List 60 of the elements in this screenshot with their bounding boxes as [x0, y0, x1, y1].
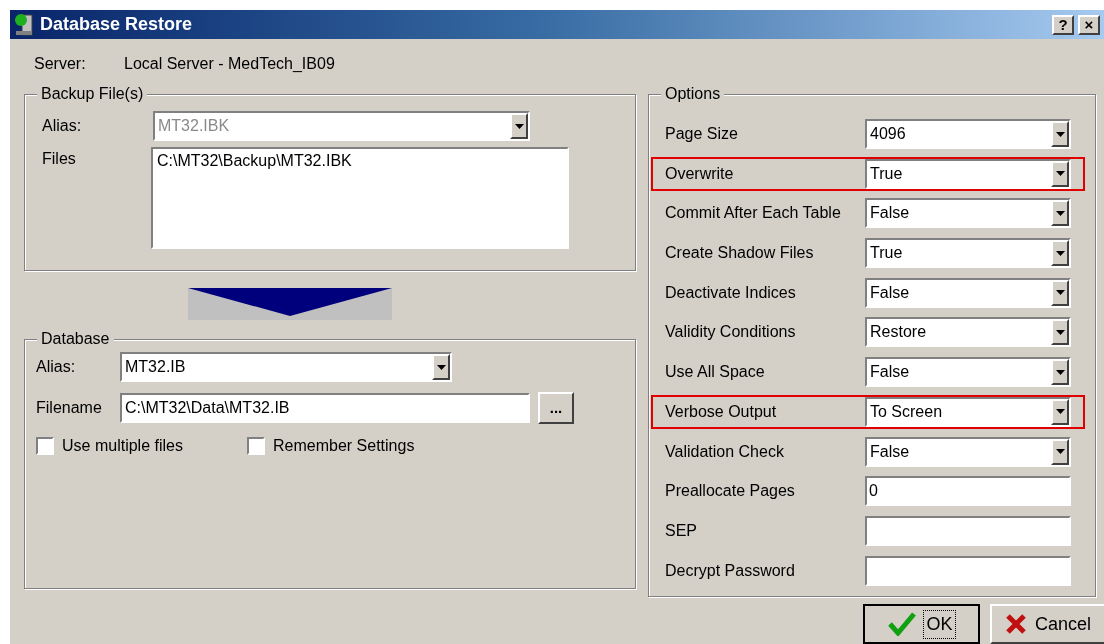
caret-icon — [510, 113, 528, 139]
dropdown[interactable]: False — [865, 357, 1071, 388]
caret-icon — [432, 354, 450, 380]
alias-label: Alias: — [36, 357, 77, 377]
option-label: Deactivate Indices — [664, 282, 797, 303]
input-field[interactable] — [865, 515, 1071, 546]
checkbox[interactable] — [36, 437, 54, 455]
caret-icon — [1051, 359, 1069, 386]
option-label: SEP — [664, 520, 698, 541]
option-label: Validation Check — [664, 441, 785, 462]
browse-button[interactable]: ... — [538, 392, 574, 424]
group-title: Options — [661, 84, 725, 104]
dropdown[interactable]: MT32.IB — [120, 352, 452, 382]
help-button[interactable]: ? — [1052, 14, 1074, 35]
caret-icon — [1051, 438, 1069, 465]
checkbox[interactable] — [247, 437, 265, 455]
input-field[interactable]: 0 — [865, 476, 1071, 507]
option-label: Use All Space — [664, 362, 766, 383]
dropdown[interactable]: True — [865, 238, 1071, 269]
checkbox-label: Use multiple files — [62, 436, 183, 456]
files-label: Files — [42, 149, 77, 169]
alias-label: Alias: — [42, 116, 83, 136]
filename-field[interactable]: C:\MT32\Data\MT32.IB — [120, 393, 530, 423]
checkmark-icon — [888, 612, 917, 636]
dropdown[interactable]: False — [865, 198, 1071, 229]
option-label: Create Shadow Files — [664, 243, 815, 264]
file-path[interactable]: C:\MT32\Backup\MT32.IBK — [157, 149, 563, 173]
dropdown[interactable]: True — [865, 158, 1071, 189]
ok-button[interactable]: OK — [863, 604, 980, 644]
option-label: Page Size — [664, 124, 739, 144]
dropdown[interactable]: False — [865, 277, 1071, 308]
caret-icon — [1051, 279, 1069, 306]
cross-icon — [1005, 613, 1027, 635]
option-label: Validity Conditions — [664, 322, 797, 343]
server-name: Local Server - MedTech_IB09 — [124, 54, 335, 74]
option-label: Commit After Each Table — [664, 203, 842, 224]
cancel-button[interactable]: Cancel — [990, 604, 1104, 644]
input-field[interactable] — [865, 555, 1071, 586]
filename-label: Filename — [36, 398, 103, 418]
checkbox-label: Remember Settings — [273, 436, 415, 456]
caret-icon — [1051, 160, 1069, 187]
option-label: Verbose Output — [664, 401, 778, 422]
caret-icon — [1051, 319, 1069, 346]
dropdown[interactable]: To Screen — [865, 396, 1071, 427]
close-button[interactable]: × — [1078, 14, 1100, 35]
caret-icon — [1051, 121, 1069, 147]
caret-icon — [1051, 200, 1069, 227]
server-label: Server: — [34, 54, 87, 74]
dropdown[interactable]: 4096 — [865, 119, 1071, 149]
option-label: Preallocate Pages — [664, 481, 796, 502]
group-title: Backup File(s) — [37, 84, 148, 104]
option-label: Overwrite — [664, 163, 735, 184]
window-title: Database Restore — [40, 13, 194, 36]
caret-icon — [1051, 240, 1069, 267]
server-icon — [14, 12, 36, 37]
caret-icon — [1051, 398, 1069, 425]
dropdown[interactable]: Restore — [865, 317, 1071, 348]
option-label: Decrypt Password — [664, 560, 796, 581]
dropdown[interactable]: False — [865, 436, 1071, 467]
files-list[interactable]: C:\MT32\Backup\MT32.IBK — [151, 147, 569, 249]
